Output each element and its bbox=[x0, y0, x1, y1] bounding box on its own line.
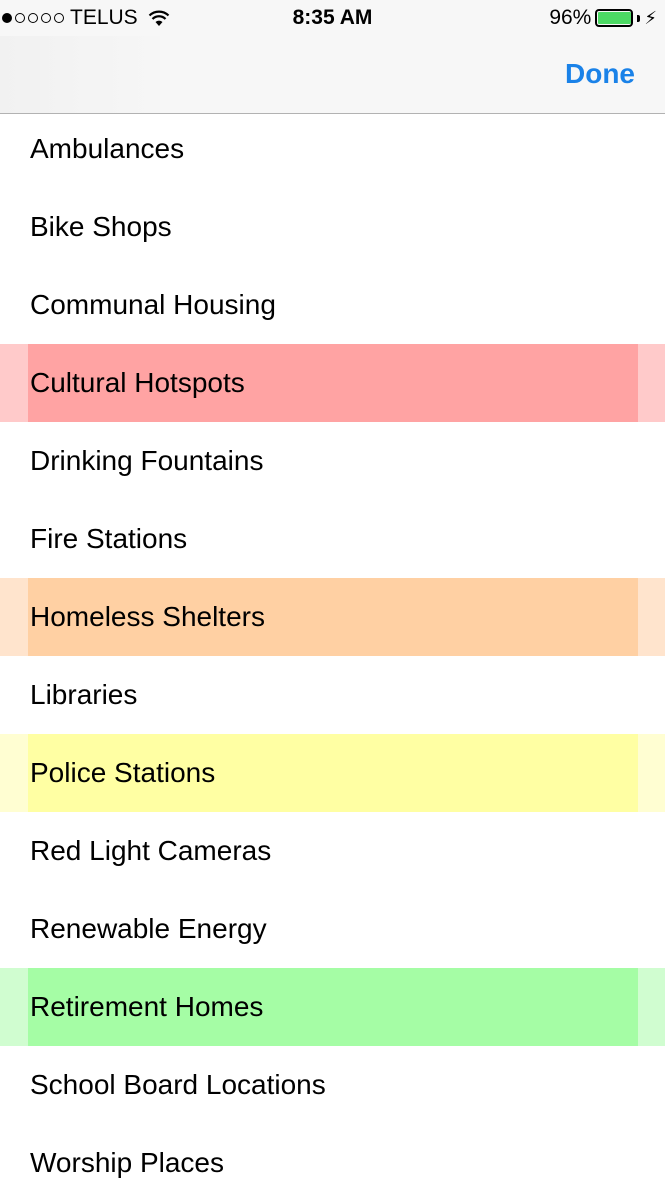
list-item[interactable]: Fire Stations bbox=[0, 500, 665, 578]
battery-percent: 96% bbox=[549, 6, 592, 29]
battery-tip bbox=[637, 14, 641, 22]
status-right: 96% ⚡ bbox=[549, 6, 657, 30]
list-item-label: Ambulances bbox=[30, 133, 185, 164]
list-item-label: Cultural Hotspots bbox=[30, 367, 245, 398]
list-item-label: Red Light Cameras bbox=[30, 835, 272, 866]
list-item[interactable]: Libraries bbox=[0, 656, 665, 734]
done-button[interactable]: Done bbox=[565, 58, 635, 90]
list-item-label: Homeless Shelters bbox=[30, 601, 265, 632]
list-item-label: Fire Stations bbox=[30, 523, 188, 554]
battery-level-fill bbox=[598, 12, 632, 24]
list-item[interactable]: Red Light Cameras bbox=[0, 812, 665, 890]
list-item[interactable]: Bike Shops bbox=[0, 188, 665, 266]
status-bar: TELUS 8:35 AM 96% ⚡ bbox=[0, 0, 665, 36]
list-item-label: Renewable Energy bbox=[30, 913, 267, 944]
category-list: Ambulances Bike Shops Communal Housing Cult… bbox=[0, 110, 665, 1202]
list-item-label: Drinking Fountains bbox=[30, 445, 264, 476]
list-item[interactable]: Police Stations bbox=[0, 734, 665, 812]
list-item[interactable]: School Board Locations bbox=[0, 1046, 665, 1124]
list-item-label: Police Stations bbox=[30, 757, 216, 788]
list-item-label: Worship Places bbox=[30, 1147, 225, 1178]
list-item[interactable]: Renewable Energy bbox=[0, 890, 665, 968]
navigation-bar: Done bbox=[0, 36, 665, 114]
list-item-label: Libraries bbox=[30, 679, 138, 710]
list-item[interactable]: Drinking Fountains bbox=[0, 422, 665, 500]
list-item-label: School Board Locations bbox=[30, 1069, 326, 1100]
charging-bolt-icon: ⚡ bbox=[644, 7, 657, 28]
list-item[interactable]: Homeless Shelters bbox=[0, 578, 665, 656]
battery-icon bbox=[595, 9, 634, 27]
list-item[interactable]: Worship Places bbox=[0, 1124, 665, 1202]
list-item-label: Bike Shops bbox=[30, 211, 172, 242]
list-item[interactable]: Cultural Hotspots bbox=[0, 344, 665, 422]
list-item[interactable]: Retirement Homes bbox=[0, 968, 665, 1046]
nav-blurred-area bbox=[0, 36, 160, 113]
list-item-label: Communal Housing bbox=[30, 289, 276, 320]
list-item[interactable]: Communal Housing bbox=[0, 266, 665, 344]
list-item-label: Retirement Homes bbox=[30, 991, 264, 1022]
list-item[interactable]: Ambulances bbox=[0, 110, 665, 188]
